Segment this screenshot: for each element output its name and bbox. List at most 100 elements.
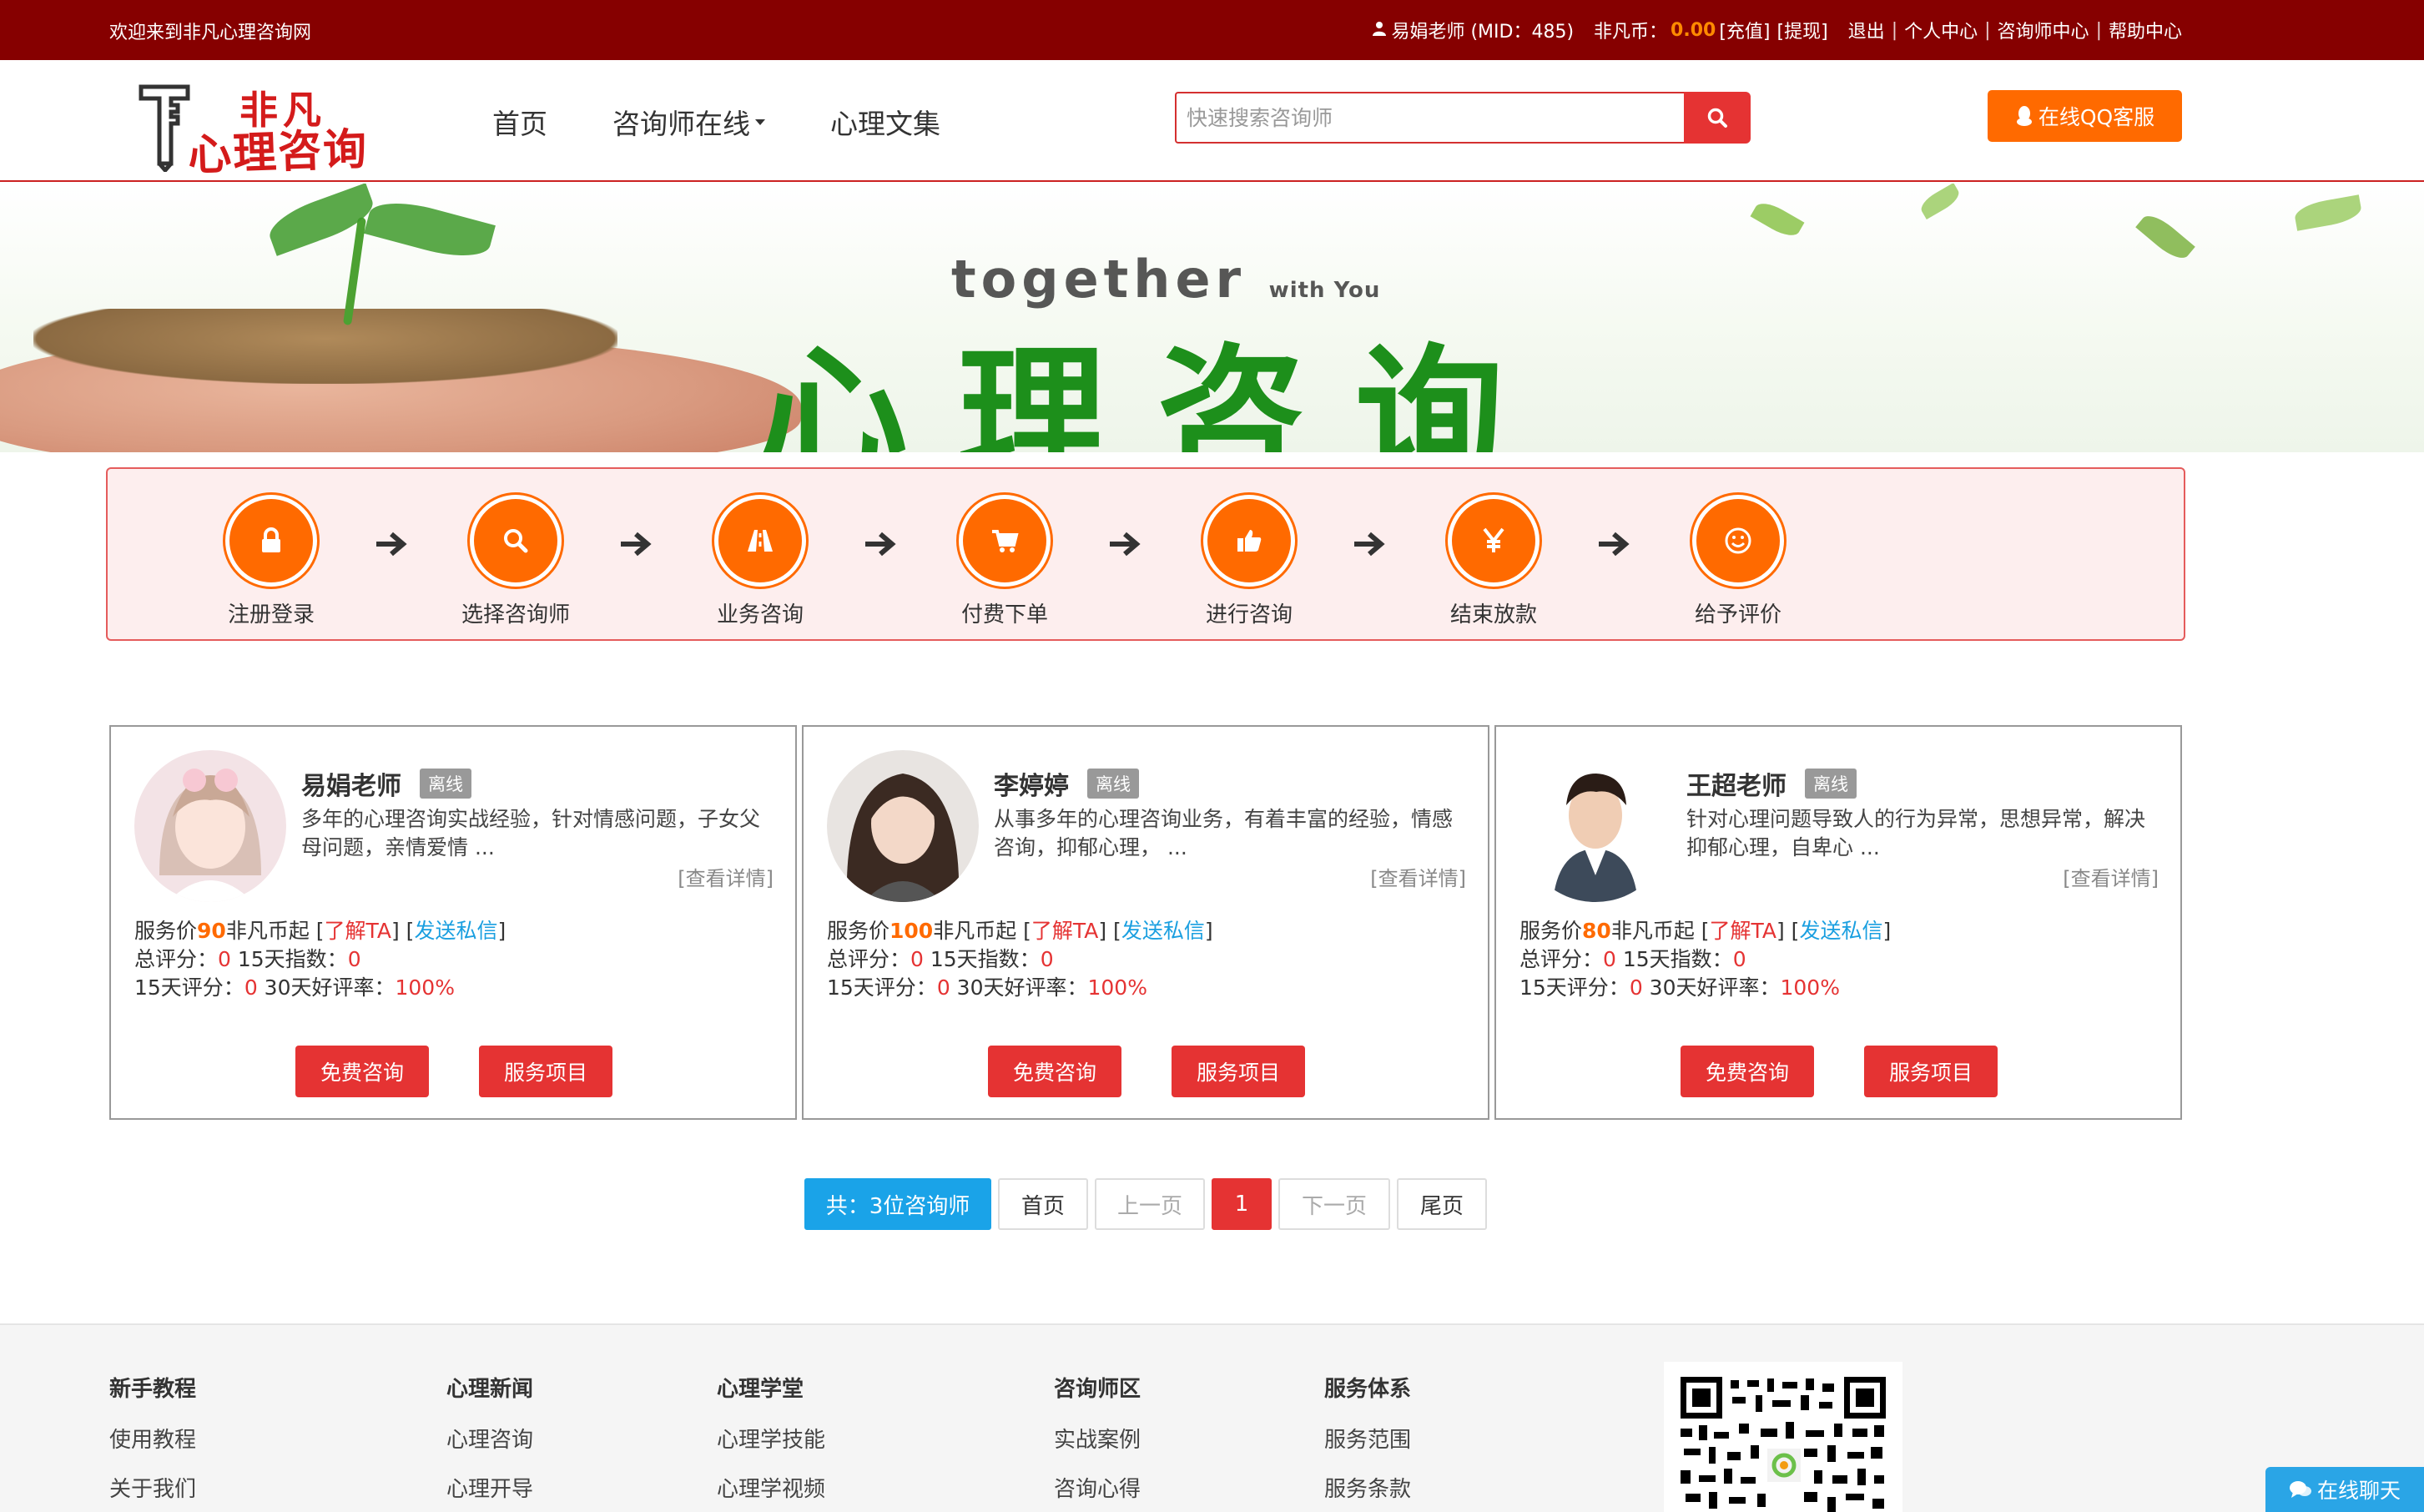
nav-counselors-label: 咨询师在线	[612, 108, 750, 140]
arrow-right-icon	[376, 532, 407, 557]
send-message-link[interactable]: 发送私信	[414, 919, 497, 943]
leaf-decoration	[364, 193, 496, 266]
price-value: 100	[889, 919, 934, 943]
score-line: 总评分：0 15天指数：0	[827, 947, 1054, 971]
free-consult-button[interactable]: 免费咨询	[988, 1046, 1121, 1097]
about-link[interactable]: 了解TA	[1031, 919, 1098, 943]
footer-link[interactable]: 实战案例	[1054, 1423, 1141, 1454]
nav-home[interactable]: 首页	[492, 102, 547, 142]
about-link[interactable]: 了解TA	[1710, 919, 1776, 943]
qr-code	[1664, 1362, 1902, 1512]
footer-link[interactable]: 服务范围	[1324, 1423, 1411, 1454]
free-consult-button[interactable]: 免费咨询	[1681, 1046, 1814, 1097]
site-logo[interactable]: 非凡 心理咨询	[138, 68, 405, 181]
online-chat-label: 在线聊天	[2316, 1479, 2401, 1503]
footer-column-news: 心理新闻 心理咨询 心理开导	[446, 1372, 533, 1512]
avatar[interactable]	[1519, 750, 1671, 902]
status-badge: 离线	[1087, 769, 1139, 799]
step-label: 进行咨询	[1205, 602, 1293, 627]
footer-link[interactable]: 心理学技能	[717, 1423, 825, 1454]
nav-counselors-online[interactable]: 咨询师在线	[612, 102, 765, 142]
personal-center-link[interactable]: 个人中心	[1904, 17, 1978, 43]
footer-column-service: 服务体系 服务范围 服务条款	[1324, 1372, 1411, 1512]
footer-link[interactable]: 关于我们	[109, 1472, 196, 1503]
counselor-name[interactable]: 易娟老师	[301, 765, 401, 802]
step-register: 注册登录	[188, 492, 355, 628]
arrow-right-icon	[1354, 532, 1385, 557]
qq-service-button[interactable]: 在线QQ客服	[1988, 90, 2182, 142]
withdraw-link[interactable]: [提现]	[1777, 17, 1828, 43]
pagination-last[interactable]: 尾页	[1397, 1178, 1487, 1230]
hero-banner: together with You 心理咨询	[0, 184, 2424, 452]
search-input[interactable]	[1175, 92, 1684, 144]
about-link[interactable]: 了解TA	[325, 919, 391, 943]
step-label: 注册登录	[227, 602, 315, 627]
service-items-button[interactable]: 服务项目	[1172, 1046, 1305, 1097]
step-label: 付费下单	[960, 602, 1048, 627]
step-label: 给予评价	[1694, 602, 1781, 627]
top-bar: 欢迎来到非凡心理咨询网 易娟老师 (MID：485) 非凡币： 0.00 [充值…	[0, 0, 2424, 60]
pagination-next[interactable]: 下一页	[1278, 1178, 1390, 1230]
send-message-link[interactable]: 发送私信	[1799, 919, 1882, 943]
arrow-right-icon	[865, 532, 896, 557]
footer-link[interactable]: 咨询心得	[1054, 1472, 1141, 1503]
key-logo-icon	[139, 84, 190, 172]
status-badge: 离线	[1805, 769, 1857, 799]
logout-link[interactable]: 退出	[1848, 17, 1885, 43]
counselor-card: 易娟老师 离线 多年的心理咨询实战经验，针对情感问题，子女父母问题，亲情爱情 .…	[109, 725, 797, 1120]
thumbs-up-icon	[1207, 499, 1291, 582]
recharge-link[interactable]: [充值]	[1719, 17, 1770, 43]
step-label: 结束放款	[1449, 602, 1537, 627]
online-chat-button[interactable]: 在线聊天	[2265, 1467, 2424, 1512]
pagination-total: 共：3位咨询师	[804, 1178, 991, 1230]
counselor-desc: 多年的心理咨询实战经验，针对情感问题，子女父母问题，亲情爱情 ...	[301, 807, 761, 859]
banner-title: 心理咨询	[759, 330, 1554, 452]
price-line: 服务价90非凡币起 [了解TA] [发送私信]	[134, 919, 506, 943]
view-details-link[interactable]: [查看详情]	[1370, 862, 1466, 891]
search-button[interactable]	[1684, 92, 1751, 144]
status-badge: 离线	[420, 769, 471, 799]
divider: |	[1891, 19, 1898, 41]
footer-column-tutorial: 新手教程 使用教程 关于我们	[109, 1372, 196, 1512]
nav-articles[interactable]: 心理文集	[830, 102, 940, 142]
footer-link[interactable]: 心理学视频	[717, 1472, 825, 1503]
search-icon	[474, 499, 557, 582]
pagination-first[interactable]: 首页	[998, 1178, 1088, 1230]
counselor-info: 服务价100非凡币起 [了解TA] [发送私信] 总评分：0 15天指数：0 1…	[827, 917, 1213, 1002]
price-value: 90	[197, 919, 226, 943]
search-icon	[1707, 108, 1727, 128]
footer-column-title: 新手教程	[109, 1377, 197, 1402]
pagination-current[interactable]: 1	[1212, 1178, 1272, 1230]
counselor-name[interactable]: 李婷婷	[994, 765, 1069, 802]
avatar[interactable]	[827, 750, 979, 902]
footer-column-counselors: 咨询师区 实战案例 咨询心得	[1054, 1372, 1141, 1512]
send-message-link[interactable]: 发送私信	[1121, 919, 1205, 943]
divider: |	[1984, 19, 1991, 41]
footer-link[interactable]: 使用教程	[109, 1423, 196, 1454]
user-name[interactable]: 易娟老师 (MID：485)	[1391, 17, 1574, 43]
footer-link[interactable]: 服务条款	[1324, 1472, 1411, 1503]
footer-link[interactable]: 心理咨询	[446, 1423, 533, 1454]
counselor-name[interactable]: 王超老师	[1686, 765, 1787, 802]
counselor-info: 服务价90非凡币起 [了解TA] [发送私信] 总评分：0 15天指数：0 15…	[134, 917, 506, 1002]
divider: |	[2095, 19, 2102, 41]
avatar[interactable]	[134, 750, 286, 902]
footer-link[interactable]: 心理开导	[446, 1472, 533, 1503]
user-icon	[1373, 20, 1387, 41]
pagination-prev[interactable]: 上一页	[1095, 1178, 1205, 1230]
view-details-link[interactable]: [查看详情]	[678, 862, 774, 891]
counselor-center-link[interactable]: 咨询师中心	[1998, 17, 2089, 43]
site-header: 非凡 心理咨询 首页 咨询师在线 心理文集 在线QQ客服	[0, 60, 2424, 182]
lock-icon	[229, 499, 313, 582]
qq-service-label: 在线QQ客服	[2038, 105, 2155, 129]
help-center-link[interactable]: 帮助中心	[2109, 17, 2182, 43]
footer-column-title: 咨询师区	[1054, 1377, 1141, 1402]
view-details-link[interactable]: [查看详情]	[2063, 862, 2159, 891]
leaf-decoration	[1750, 197, 1805, 242]
yen-icon	[1452, 499, 1535, 582]
service-items-button[interactable]: 服务项目	[479, 1046, 612, 1097]
free-consult-button[interactable]: 免费咨询	[295, 1046, 429, 1097]
arrow-right-icon	[1599, 532, 1630, 557]
qr-code-icon	[1681, 1377, 1886, 1512]
service-items-button[interactable]: 服务项目	[1864, 1046, 1998, 1097]
